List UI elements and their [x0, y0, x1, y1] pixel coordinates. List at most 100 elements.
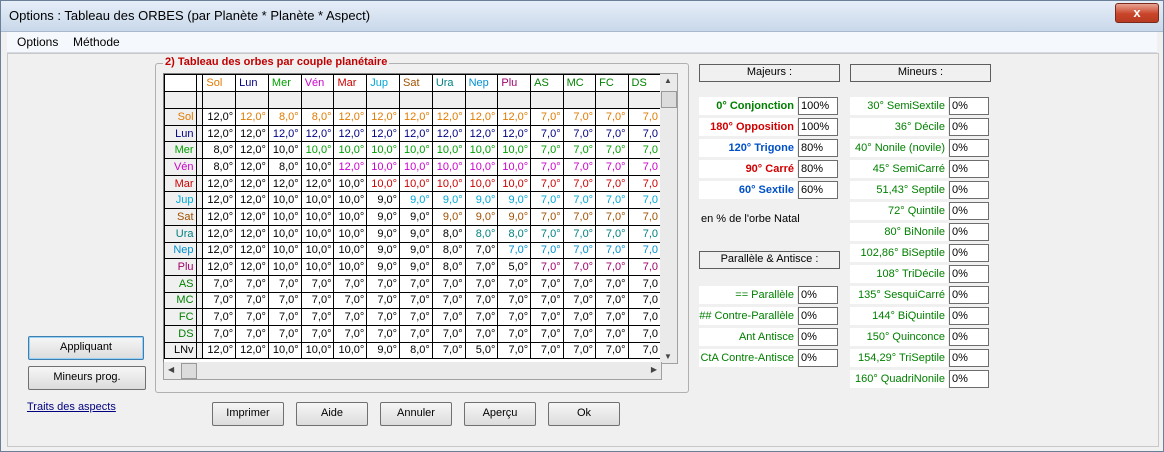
orb-cell[interactable]: 5,0°: [497, 258, 532, 276]
orb-cell[interactable]: 12,0°: [202, 241, 237, 260]
orb-cell[interactable]: 7,0°: [530, 241, 564, 260]
orb-cell[interactable]: 9,0°: [399, 224, 433, 243]
orb-cell[interactable]: 7,0: [627, 174, 661, 193]
orb-cell[interactable]: 7,0°: [202, 291, 237, 310]
orb-cell[interactable]: 9,0°: [366, 341, 401, 360]
orb-cell[interactable]: 7,0°: [595, 108, 629, 126]
parallele-value-field[interactable]: 0%: [798, 307, 838, 325]
majeur-value-field[interactable]: 60%: [798, 181, 838, 199]
orb-cell[interactable]: 10,0°: [497, 174, 532, 193]
orb-cell[interactable]: 7,0°: [267, 274, 302, 293]
orb-cell[interactable]: 10,0°: [300, 191, 335, 210]
orb-cell[interactable]: 9,0°: [464, 208, 499, 226]
orb-cell[interactable]: 12,0°: [202, 224, 237, 243]
orb-cell[interactable]: 7,0°: [595, 258, 629, 276]
scroll-down-icon[interactable]: ▼: [664, 352, 672, 361]
orb-cell[interactable]: 7,0°: [497, 341, 532, 360]
orb-cell[interactable]: 8,0°: [267, 108, 302, 126]
orb-cell[interactable]: 7,0°: [267, 291, 302, 310]
orb-cell[interactable]: 12,0°: [202, 341, 237, 360]
orb-cell[interactable]: 12,0°: [202, 208, 237, 226]
orb-cell[interactable]: 12,0°: [235, 258, 269, 276]
orb-cell[interactable]: 7,0°: [399, 308, 433, 326]
orb-cell[interactable]: 7,0°: [595, 341, 629, 360]
orb-cell[interactable]: 7,0°: [595, 308, 629, 326]
orb-cell[interactable]: 7,0°: [562, 258, 597, 276]
orb-cell[interactable]: 10,0°: [300, 224, 335, 243]
orb-cell[interactable]: 7,0: [627, 274, 661, 293]
orb-cell[interactable]: 7,0°: [595, 291, 629, 310]
orb-cell[interactable]: 10,0°: [464, 174, 499, 193]
vertical-scroll-thumb[interactable]: [661, 91, 677, 108]
orb-cell[interactable]: 7,0°: [530, 308, 564, 326]
mineur-value-field[interactable]: 0%: [949, 307, 989, 325]
vertical-scrollbar[interactable]: ▲ ▼: [660, 73, 678, 364]
orb-cell[interactable]: 10,0°: [464, 158, 499, 176]
orb-cell[interactable]: 7,0°: [595, 191, 629, 210]
orb-cell[interactable]: 7,0°: [530, 341, 564, 360]
orb-cell[interactable]: 9,0°: [431, 191, 466, 210]
orb-cell[interactable]: 10,0°: [497, 158, 532, 176]
orb-cell[interactable]: 12,0°: [202, 124, 237, 143]
orb-cell[interactable]: 7,0°: [333, 291, 368, 310]
orb-cell[interactable]: 7,0°: [530, 291, 564, 310]
majeur-value-field[interactable]: 100%: [798, 118, 838, 136]
orb-cell[interactable]: 10,0°: [300, 208, 335, 226]
orb-cell[interactable]: 7,0°: [267, 308, 302, 326]
orb-cell[interactable]: 7,0°: [562, 341, 597, 360]
orb-cell[interactable]: 7,0°: [497, 308, 532, 326]
orb-cell[interactable]: 9,0°: [497, 208, 532, 226]
orb-cell[interactable]: 12,0°: [235, 191, 269, 210]
orb-cell[interactable]: 12,0°: [235, 208, 269, 226]
orb-cell[interactable]: 10,0°: [267, 341, 302, 360]
orb-cell[interactable]: 12,0°: [202, 174, 237, 193]
orb-cell[interactable]: 7,0°: [595, 224, 629, 243]
orb-cell[interactable]: 7,0°: [595, 241, 629, 260]
horizontal-scrollbar[interactable]: ◀ ▶: [163, 362, 662, 380]
mineur-value-field[interactable]: 0%: [949, 160, 989, 178]
orb-cell[interactable]: 10,0°: [366, 158, 401, 176]
orb-cell[interactable]: 9,0°: [497, 191, 532, 210]
mineur-value-field[interactable]: 0%: [949, 223, 989, 241]
orb-cell[interactable]: 7,0°: [464, 308, 499, 326]
mineur-value-field[interactable]: 0%: [949, 370, 989, 388]
orb-cell[interactable]: 7,0°: [562, 308, 597, 326]
orb-cell[interactable]: 7,0°: [562, 108, 597, 126]
orb-cell[interactable]: 7,0: [627, 108, 661, 126]
orb-cell[interactable]: 12,0°: [366, 108, 401, 126]
orb-cell[interactable]: 7,0°: [235, 291, 269, 310]
orb-cell[interactable]: 7,0°: [595, 324, 629, 343]
majeur-value-field[interactable]: 80%: [798, 139, 838, 157]
orb-cell[interactable]: 7,0°: [562, 291, 597, 310]
orb-cell[interactable]: 7,0: [627, 208, 661, 226]
orb-cell[interactable]: 7,0: [627, 258, 661, 276]
mineur-value-field[interactable]: 0%: [949, 265, 989, 283]
orb-cell[interactable]: 7,0°: [300, 291, 335, 310]
orb-cell[interactable]: 10,0°: [267, 224, 302, 243]
annuler-button[interactable]: Annuler: [380, 402, 452, 426]
traits-des-aspects-link[interactable]: Traits des aspects: [27, 401, 116, 413]
orb-cell[interactable]: 10,0°: [431, 158, 466, 176]
orb-cell[interactable]: 7,0°: [595, 274, 629, 293]
orb-cell[interactable]: 9,0°: [399, 191, 433, 210]
orb-cell[interactable]: 7,0°: [530, 141, 564, 160]
orb-cell[interactable]: 7,0°: [300, 274, 335, 293]
orb-cell[interactable]: 7,0°: [497, 324, 532, 343]
orb-cell[interactable]: 7,0°: [202, 308, 237, 326]
orbs-grid[interactable]: Sol Lun Mer Vén Mar Jup Sat Ura Nep Plu AS MC FC DS So…: [163, 73, 662, 364]
orb-cell[interactable]: 7,0°: [333, 324, 368, 343]
orb-cell[interactable]: 7,0°: [464, 258, 499, 276]
orb-cell[interactable]: 7,0°: [399, 274, 433, 293]
orb-cell[interactable]: 10,0°: [300, 141, 335, 160]
orb-cell[interactable]: 7,0°: [530, 108, 564, 126]
mineur-value-field[interactable]: 0%: [949, 181, 989, 199]
scroll-up-icon[interactable]: ▲: [664, 76, 672, 85]
ok-button[interactable]: Ok: [548, 402, 620, 426]
orb-cell[interactable]: 7,0°: [530, 124, 564, 143]
orb-cell[interactable]: 12,0°: [202, 191, 237, 210]
orb-cell[interactable]: 7,0°: [202, 274, 237, 293]
orb-cell[interactable]: 10,0°: [333, 141, 368, 160]
orb-cell[interactable]: 10,0°: [267, 191, 302, 210]
orb-cell[interactable]: 10,0°: [267, 208, 302, 226]
orb-cell[interactable]: 7,0°: [399, 324, 433, 343]
